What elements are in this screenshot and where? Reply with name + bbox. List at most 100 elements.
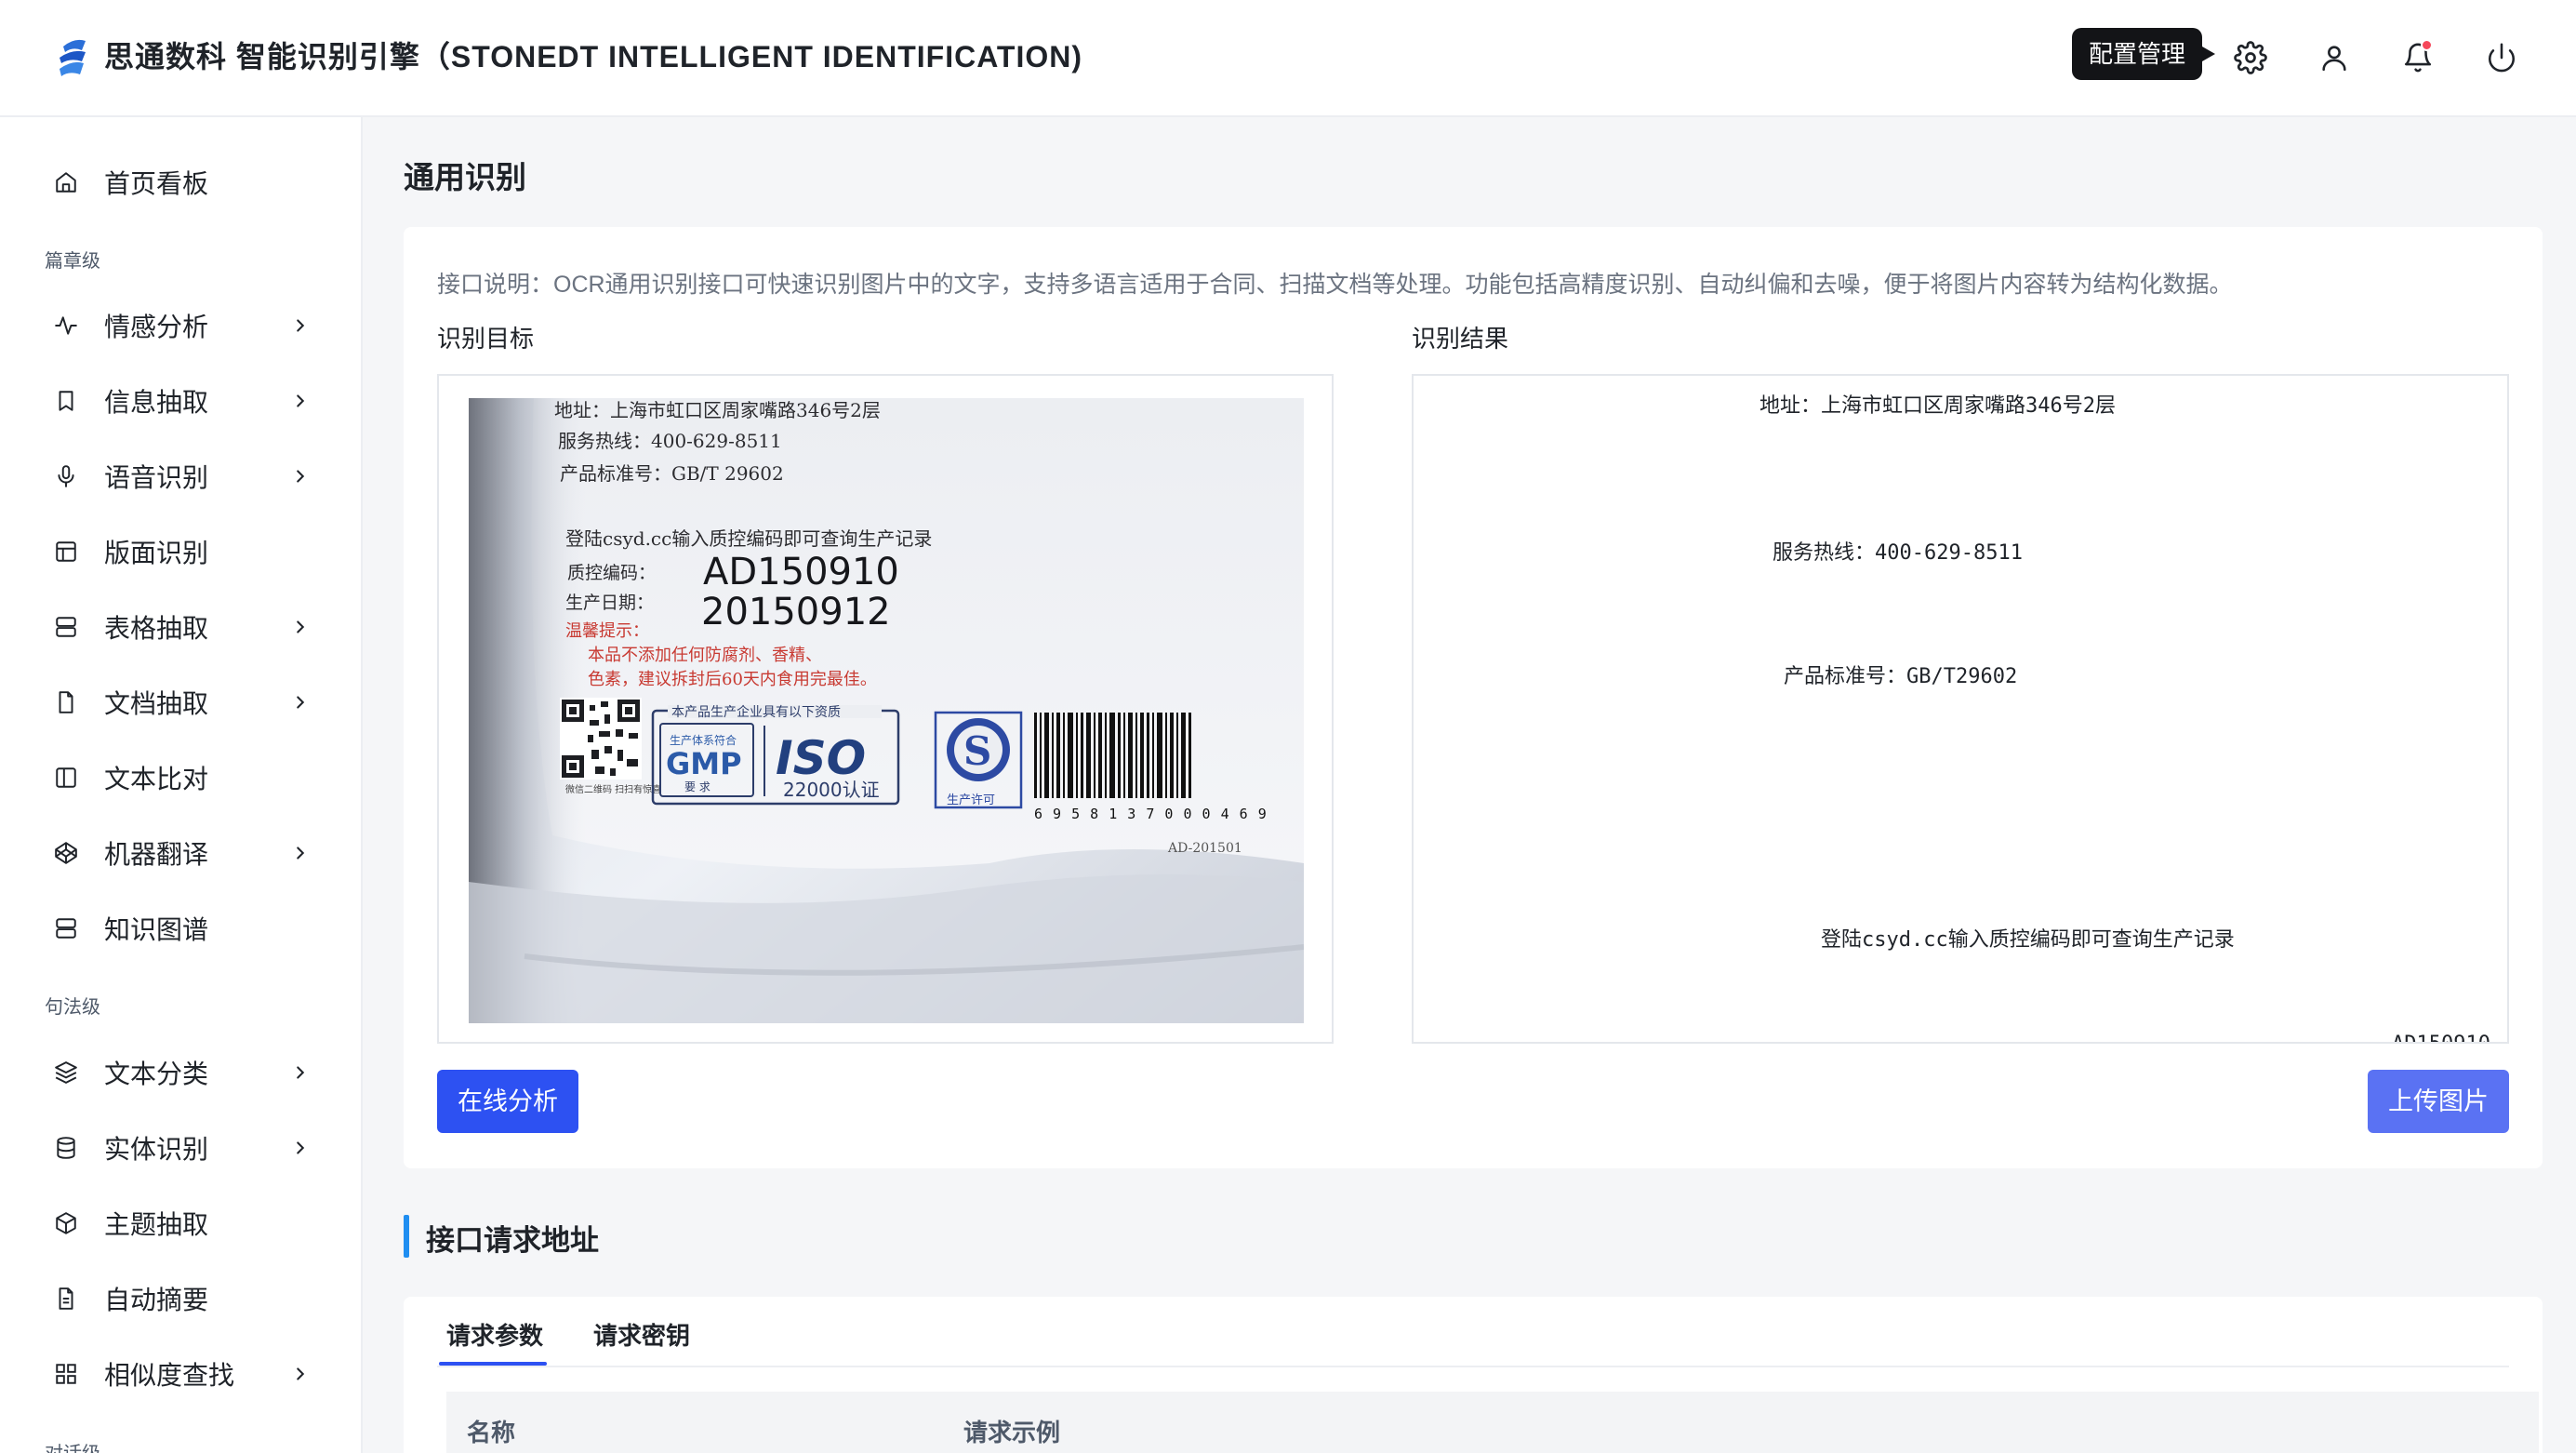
column-header-name: 名称 <box>467 1419 516 1446</box>
microphone-icon <box>52 462 80 490</box>
photo-text-login: 登陆csyd.cc输入质控编码即可查询生产记录 <box>565 527 932 550</box>
sidebar-item-label: 主题抽取 <box>104 1210 209 1239</box>
group-label-sentence: 句法级 <box>45 997 100 1018</box>
photo-text-tip-label: 温馨提示： <box>565 621 649 641</box>
result-line: AD150910 <box>2392 1033 2490 1042</box>
sidebar-item-info-extract[interactable]: 信息抽取 <box>0 372 361 430</box>
group-label-dialog: 对话级 <box>45 1438 100 1453</box>
file-icon <box>52 688 80 716</box>
sidebar-item-summary[interactable]: 自动摘要 <box>0 1270 361 1327</box>
server-icon <box>52 914 80 942</box>
cert-header: 本产品生产企业具有以下资质 <box>671 704 841 720</box>
sidebar-item-label: 机器翻译 <box>104 840 209 869</box>
iso-text: ISO <box>776 731 866 785</box>
result-panel: 地址：上海市虹口区周家嘴路346号2层 服务热线：400-629-8511 产品… <box>1412 374 2509 1044</box>
chevron-right-icon <box>297 1066 305 1079</box>
upload-image-button[interactable]: 上传图片 <box>2368 1070 2509 1133</box>
top-header: 思通数科 智能识别引擎（STONEDT INTELLIGENT IDENTIFI… <box>0 0 2576 117</box>
layout-icon <box>52 538 80 566</box>
grid-icon <box>52 1360 80 1388</box>
power-icon[interactable] <box>2481 37 2522 78</box>
svg-text:S: S <box>963 728 991 774</box>
section-accent-bar <box>404 1215 409 1258</box>
active-tab-indicator <box>439 1362 547 1366</box>
sidebar-item-label: 文本比对 <box>104 765 209 793</box>
document-text-icon <box>52 1285 80 1313</box>
codepen-icon <box>52 839 80 867</box>
pulse-icon <box>52 312 80 340</box>
photo-text-address: 地址：上海市虹口区周家嘴路346号2层 <box>554 399 881 421</box>
recognition-card: 接口说明：OCR通用识别接口可快速识别图片中的文字，支持多语言适用于合同、扫描文… <box>404 227 2543 1168</box>
photo-text-tip-1: 本品不添加任何防腐剂、香精、 <box>588 646 822 665</box>
page-title: 通用识别 <box>404 160 526 194</box>
sidebar-item-entity[interactable]: 实体识别 <box>0 1119 361 1177</box>
iso-sub: 22000认证 <box>783 779 880 801</box>
result-line: 地址：上海市虹口区周家嘴路346号2层 <box>1759 394 2116 418</box>
tab-divider <box>437 1366 2509 1367</box>
ad-code: AD-201501 <box>1167 841 1242 856</box>
sidebar-item-label: 相似度查找 <box>104 1361 235 1390</box>
sidebar-item-label: 文本分类 <box>104 1060 209 1088</box>
box-icon <box>52 1209 80 1237</box>
sidebar-item-home[interactable]: 首页看板 <box>0 153 361 211</box>
tab-request-params[interactable]: 请求参数 <box>446 1317 543 1352</box>
sidebar-item-text-classify[interactable]: 文本分类 <box>0 1044 361 1101</box>
api-description: 接口说明：OCR通用识别接口可快速识别图片中的文字，支持多语言适用于合同、扫描文… <box>437 272 2233 298</box>
sidebar-item-knowledge-graph[interactable]: 知识图谱 <box>0 900 361 957</box>
sidebar-item-table[interactable]: 表格抽取 <box>0 598 361 656</box>
chevron-right-icon <box>297 1367 305 1380</box>
photo-text-tip-2: 色素，建议拆封后60天内食用完最佳。 <box>588 670 877 689</box>
database-icon <box>52 1134 80 1162</box>
result-line: 服务热线：400-629-8511 <box>1773 541 2023 565</box>
app-title: 思通数科 智能识别引擎（STONEDT INTELLIGENT IDENTIFI… <box>104 40 1083 73</box>
bell-icon[interactable] <box>2397 37 2438 78</box>
chevron-right-icon <box>297 846 305 860</box>
photo-text-qc-code: AD150910 <box>703 551 899 593</box>
sidebar-item-label: 自动摘要 <box>104 1286 209 1314</box>
config-tooltip: 配置管理 <box>2072 28 2216 80</box>
sidebar-item-label: 信息抽取 <box>104 388 209 417</box>
sidebar-item-translate[interactable]: 机器翻译 <box>0 824 361 882</box>
sidebar: 首页看板 篇章级 情感分析 信息抽取 语音识别 版面识别 表格抽取 文档抽取 文… <box>0 117 363 1453</box>
photo-text-date: 20150912 <box>701 591 891 633</box>
sidebar-item-label: 实体识别 <box>104 1135 209 1164</box>
gmp-bottom: 要 求 <box>684 780 710 793</box>
sidebar-item-speech[interactable]: 语音识别 <box>0 447 361 505</box>
api-card: 请求参数 请求密钥 名称 请求示例 <box>404 1297 2543 1453</box>
sidebar-item-text-compare[interactable]: 文本比对 <box>0 749 361 806</box>
result-line: 登陆csyd.cc输入质控编码即可查询生产记录 <box>1821 928 2235 952</box>
sidebar-item-similarity[interactable]: 相似度查找 <box>0 1345 361 1403</box>
tab-request-key[interactable]: 请求密钥 <box>593 1317 690 1352</box>
column-header-example: 请求示例 <box>963 1419 1061 1446</box>
photo-text-qc-label: 质控编码： <box>567 563 656 583</box>
chevron-right-icon <box>297 620 305 633</box>
sidebar-item-doc-extract[interactable]: 文档抽取 <box>0 673 361 731</box>
user-icon[interactable] <box>2314 37 2355 78</box>
app-logo-icon <box>60 39 86 76</box>
sidebar-item-label: 表格抽取 <box>104 614 209 643</box>
photo-text-standard: 产品标准号：GB/T 29602 <box>560 462 784 485</box>
settings-icon[interactable] <box>2230 37 2271 78</box>
chevron-right-icon <box>297 696 305 709</box>
sidebar-item-label: 版面识别 <box>104 539 209 567</box>
sidebar-item-layout[interactable]: 版面识别 <box>0 523 361 580</box>
sidebar-item-label: 知识图谱 <box>104 915 209 944</box>
sidebar-item-label: 语音识别 <box>104 463 209 492</box>
sidebar-item-topic[interactable]: 主题抽取 <box>0 1194 361 1252</box>
qr-caption: 微信二维码 扫扫有惊喜 <box>565 783 661 795</box>
target-image-panel: 地址：上海市虹口区周家嘴路346号2层 服务热线：400-629-8511 产品… <box>437 374 1334 1044</box>
target-label: 识别目标 <box>437 325 535 353</box>
analyze-button[interactable]: 在线分析 <box>437 1070 578 1133</box>
sidebar-item-label: 首页看板 <box>104 169 209 198</box>
api-section-title: 接口请求地址 <box>426 1224 599 1257</box>
sidebar-item-label: 文档抽取 <box>104 689 209 718</box>
columns-icon <box>52 764 80 792</box>
chevron-right-icon <box>297 394 305 407</box>
chevron-right-icon <box>297 319 305 332</box>
result-line: 产品标准号：GB/T29602 <box>1784 665 2018 688</box>
sidebar-item-sentiment[interactable]: 情感分析 <box>0 297 361 354</box>
result-label: 识别结果 <box>1412 325 1509 353</box>
chevron-right-icon <box>297 1141 305 1154</box>
photo-text-date-label: 生产日期： <box>565 593 654 613</box>
notification-badge <box>2421 39 2433 51</box>
